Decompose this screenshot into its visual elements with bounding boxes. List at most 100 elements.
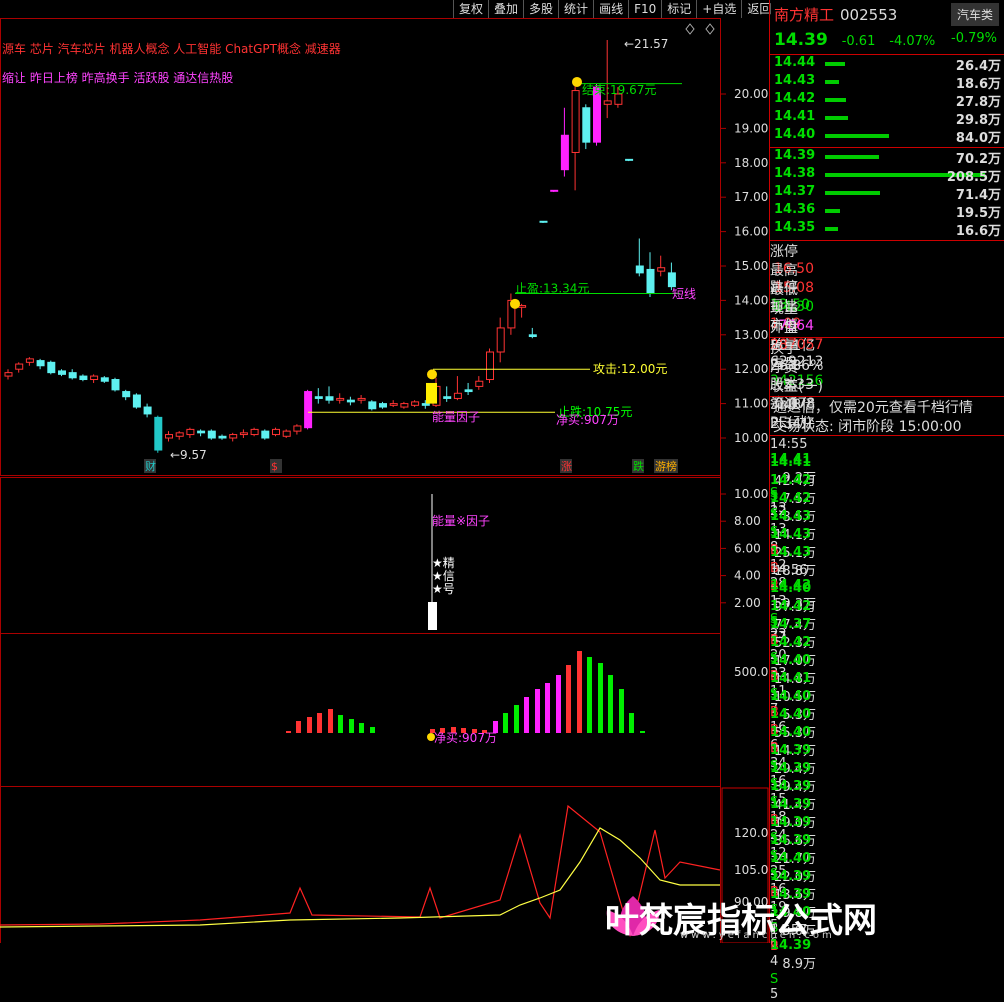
trade-row[interactable]: 14.40 14.8万 S 7 bbox=[770, 653, 1004, 717]
candle[interactable] bbox=[560, 107, 569, 177]
candle[interactable] bbox=[518, 303, 527, 318]
candle[interactable] bbox=[528, 327, 537, 339]
chart-canvas[interactable]: 20.00 19.00 18.00 17.00 16.00 15.00 14.00 13.00… bbox=[0, 0, 769, 943]
toolbar-button-1[interactable]: 叠加 bbox=[488, 0, 523, 18]
trade-row[interactable]: 14.42 17.0万 B 11 bbox=[770, 635, 1004, 699]
candle[interactable] bbox=[443, 386, 452, 402]
sector-badge[interactable]: 汽车类 bbox=[950, 3, 999, 26]
candle[interactable] bbox=[657, 255, 666, 277]
candle[interactable] bbox=[207, 429, 216, 440]
candle[interactable] bbox=[197, 429, 206, 437]
candle[interactable] bbox=[165, 431, 173, 442]
candle[interactable] bbox=[186, 427, 195, 438]
ask-row[interactable]: 14.43 18.6万 bbox=[770, 73, 1004, 92]
trade-row[interactable]: 14.42 7.5万 S 13 bbox=[770, 473, 1004, 537]
candle[interactable] bbox=[261, 429, 270, 440]
stock-name[interactable]: 南方精工 bbox=[774, 6, 834, 24]
trade-row[interactable]: 14.41 10.5万 B 16 bbox=[770, 671, 1004, 735]
bid-row[interactable]: 14.38 208.5万 bbox=[770, 166, 1004, 185]
candle[interactable] bbox=[539, 220, 548, 223]
candle[interactable] bbox=[239, 429, 248, 438]
trade-row[interactable]: 14:56 14.42 59.3万 S 23 bbox=[770, 563, 1004, 642]
candle[interactable] bbox=[15, 362, 24, 373]
bid-row[interactable]: 14.35 16.6万 bbox=[770, 220, 1004, 239]
candle[interactable] bbox=[143, 403, 152, 418]
toolbar-button-6[interactable]: 标记 bbox=[661, 0, 696, 18]
trade-row[interactable]: 14.43 18.8万 B 13 bbox=[770, 545, 1004, 609]
promo-link[interactable]: 通达信，仅需20元查看千档行情 bbox=[773, 397, 973, 417]
candle[interactable] bbox=[603, 39, 612, 119]
trade-row[interactable]: 14.40 5.3万 B 6 bbox=[770, 689, 1004, 753]
ask-row[interactable]: 14.44 26.4万 bbox=[770, 55, 1004, 74]
candle[interactable] bbox=[389, 400, 398, 408]
bid-row[interactable]: 14.39 70.2万 bbox=[770, 148, 1004, 167]
candle[interactable] bbox=[357, 395, 366, 404]
candle[interactable] bbox=[4, 369, 13, 380]
trade-row[interactable]: 14:55 14.41 9.2万 S 13 bbox=[770, 437, 1004, 516]
candle[interactable] bbox=[68, 369, 77, 380]
candle[interactable] bbox=[154, 415, 163, 453]
candle[interactable] bbox=[550, 189, 559, 193]
trade-row[interactable]: 14.39 13.6万 S 5 bbox=[770, 869, 1004, 933]
candle[interactable] bbox=[79, 374, 88, 382]
candle[interactable] bbox=[400, 401, 409, 409]
toolbar-button-7[interactable]: +自选 bbox=[696, 0, 741, 18]
candle[interactable] bbox=[175, 431, 184, 440]
trade-row[interactable]: 14.41 42.4万 S 22 bbox=[770, 455, 1004, 519]
candle[interactable] bbox=[272, 427, 280, 437]
candle[interactable] bbox=[582, 104, 591, 150]
candle[interactable] bbox=[250, 427, 259, 437]
candle[interactable] bbox=[411, 400, 420, 408]
candle[interactable] bbox=[282, 429, 291, 438]
candle[interactable] bbox=[58, 369, 66, 377]
candle[interactable] bbox=[496, 317, 505, 363]
candle[interactable] bbox=[346, 396, 355, 406]
toolbar-button-4[interactable]: 画线 bbox=[593, 0, 628, 18]
trade-row[interactable]: 14.39 21.7万 S 16 bbox=[770, 833, 1004, 897]
toolbar-button-3[interactable]: 统计 bbox=[558, 0, 593, 18]
diamond-icon[interactable] bbox=[685, 23, 695, 35]
trade-row[interactable]: 14.40 14.7万 S 16 bbox=[770, 725, 1004, 789]
toolbar-button-5[interactable]: F10 bbox=[628, 0, 661, 18]
candle[interactable] bbox=[368, 400, 377, 411]
trade-row[interactable]: 14.43 25.1万 B 28 bbox=[770, 527, 1004, 591]
trade-row[interactable]: 14.39 19.0万 S 12 bbox=[770, 797, 1004, 861]
candle[interactable] bbox=[453, 376, 462, 401]
trade-row[interactable]: 14.39 41.4万 B 24 bbox=[770, 779, 1004, 843]
candle[interactable] bbox=[90, 374, 99, 383]
ask-row[interactable]: 14.40 84.0万 bbox=[770, 127, 1004, 146]
trade-row[interactable]: 14.39 39.4万 S 18 bbox=[770, 761, 1004, 825]
trade-row[interactable]: 14.40 97.3万 S 77 bbox=[770, 581, 1004, 645]
candle[interactable] bbox=[379, 401, 387, 409]
trade-row[interactable]: 14.40 22.0万 B 19 bbox=[770, 851, 1004, 915]
candle[interactable] bbox=[486, 348, 494, 383]
trade-row[interactable]: 14.39 29.4万 S 15 bbox=[770, 743, 1004, 807]
candle[interactable] bbox=[336, 393, 345, 404]
candle[interactable] bbox=[325, 386, 334, 404]
ask-row[interactable]: 14.42 27.8万 bbox=[770, 91, 1004, 110]
candle[interactable] bbox=[625, 158, 634, 162]
trade-row[interactable]: 14.42 77.4万 B 20 bbox=[770, 599, 1004, 663]
candle[interactable] bbox=[314, 388, 323, 404]
candle[interactable] bbox=[464, 382, 473, 395]
candle[interactable] bbox=[122, 389, 131, 401]
candle[interactable] bbox=[25, 357, 34, 366]
trade-row[interactable]: 14.37 52.3万 S 33 bbox=[770, 617, 1004, 681]
candle[interactable] bbox=[132, 393, 141, 409]
candle[interactable] bbox=[304, 389, 313, 430]
candle[interactable] bbox=[100, 376, 109, 383]
trade-row[interactable]: 14.40 55.3万 B 34 bbox=[770, 707, 1004, 771]
trade-row[interactable]: 14.43 14.1万 B 12 bbox=[770, 509, 1004, 573]
candle[interactable] bbox=[293, 424, 302, 435]
candle[interactable] bbox=[47, 360, 56, 375]
candle[interactable] bbox=[635, 238, 644, 277]
bid-row[interactable]: 14.36 19.5万 bbox=[770, 202, 1004, 221]
toolbar-button-0[interactable]: 复权 bbox=[453, 0, 488, 18]
candle[interactable] bbox=[475, 376, 484, 390]
bid-row[interactable]: 14.37 71.4万 bbox=[770, 184, 1004, 203]
candle[interactable] bbox=[571, 83, 580, 191]
ask-row[interactable]: 14.41 29.8万 bbox=[770, 109, 1004, 128]
diamond-icon[interactable] bbox=[705, 23, 715, 35]
candle[interactable] bbox=[667, 262, 676, 291]
candle[interactable] bbox=[646, 252, 655, 297]
